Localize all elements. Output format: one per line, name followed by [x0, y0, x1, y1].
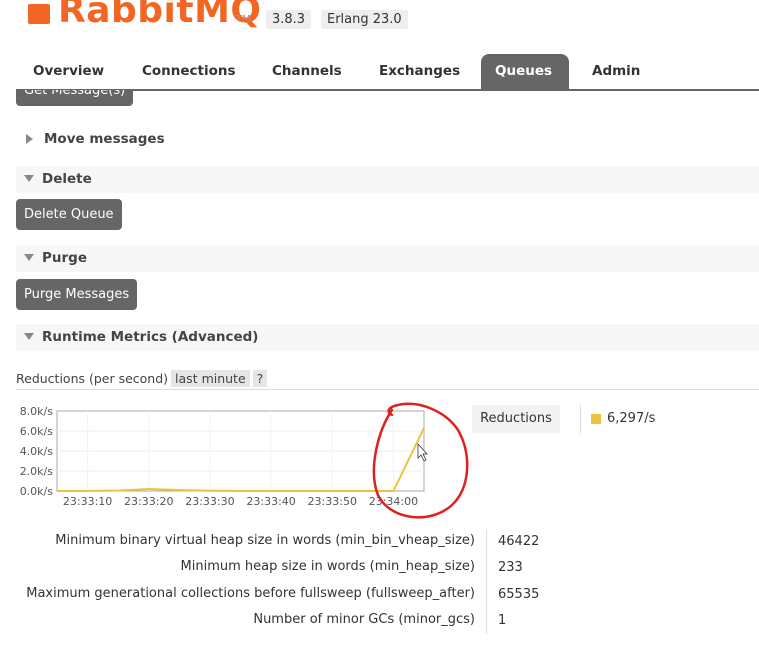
metric-label: Maximum generational collections before … [26, 586, 475, 601]
y-tick-label: 6.0k/s [20, 425, 54, 438]
legend-swatch [591, 413, 601, 424]
tab-connections[interactable]: Connections [128, 54, 250, 89]
version-badge: 3.8.3 [266, 10, 312, 29]
y-tick-label: 8.0k/s [20, 405, 54, 418]
metrics-divider [486, 530, 487, 634]
x-tick-label: 23:33:50 [308, 495, 357, 508]
metric-label: Minimum binary virtual heap size in word… [55, 533, 475, 548]
section-title: Delete [42, 171, 92, 187]
legend-series-name: Reductions [472, 405, 560, 433]
section-delete[interactable]: Delete [16, 166, 759, 193]
logo-text: RabbitMQ [58, 0, 262, 31]
x-tick-label: 23:33:10 [63, 495, 112, 508]
metric-value: 46422 [498, 534, 540, 549]
collapse-arrow-icon [24, 175, 34, 182]
get-messages-clip: Get Message(s) [16, 90, 136, 106]
metric-label: Number of minor GCs (minor_gcs) [253, 612, 475, 627]
reductions-label: Reductions (per second) [16, 371, 169, 386]
erlang-version-badge: Erlang 23.0 [321, 10, 408, 29]
section-title: Purge [42, 250, 87, 266]
metric-value: 65535 [498, 587, 540, 602]
tab-overview[interactable]: Overview [19, 54, 118, 89]
get-messages-button[interactable]: Get Message(s) [16, 90, 134, 106]
header: RabbitMQ TM 3.8.3 Erlang 23.0 [0, 0, 759, 40]
help-button[interactable]: ? [252, 370, 268, 387]
x-tick-label: 23:33:40 [246, 495, 295, 508]
metric-value: 1 [498, 613, 507, 628]
metric-label: Minimum heap size in words (min_heap_siz… [180, 559, 475, 574]
expand-arrow-icon [26, 133, 33, 144]
y-tick-label: 4.0k/s [20, 445, 54, 458]
x-tick-label: 23:34:00 [369, 495, 418, 508]
section-purge[interactable]: Purge [16, 245, 759, 272]
x-tick-label: 23:33:20 [124, 495, 173, 508]
legend-rate: 6,297/s [607, 411, 656, 426]
range-selector[interactable]: last minute [171, 370, 250, 387]
y-tick-label: 2.0k/s [20, 465, 54, 478]
reductions-header: Reductions (per second) last minute? [16, 370, 268, 387]
rabbitmq-logo-icon [28, 4, 50, 24]
main-nav: Overview Connections Channels Exchanges … [16, 54, 759, 91]
section-move-messages[interactable]: Move messages [16, 126, 759, 153]
y-tick-label: 0.0k/s [20, 485, 54, 498]
collapse-arrow-icon [24, 333, 34, 340]
trademark: TM [236, 14, 251, 25]
section-title: Runtime Metrics (Advanced) [42, 329, 259, 345]
section-runtime-metrics[interactable]: Runtime Metrics (Advanced) [16, 324, 759, 351]
tab-exchanges[interactable]: Exchanges [365, 54, 474, 89]
x-tick-label: 23:33:30 [185, 495, 234, 508]
purge-messages-button[interactable]: Purge Messages [16, 279, 138, 310]
tab-channels[interactable]: Channels [258, 54, 356, 89]
divider [16, 389, 759, 390]
tab-queues[interactable]: Queues [481, 54, 569, 89]
delete-queue-button[interactable]: Delete Queue [16, 199, 122, 230]
reductions-chart: 8.0k/s 6.0k/s 4.0k/s 2.0k/s 0.0k/s 23:33:10 23… [20, 405, 428, 508]
metric-value: 233 [498, 560, 523, 575]
collapse-arrow-icon [24, 254, 34, 261]
section-title: Move messages [44, 131, 165, 147]
legend-value: 6,297/s [580, 405, 655, 433]
tab-admin[interactable]: Admin [578, 54, 654, 89]
